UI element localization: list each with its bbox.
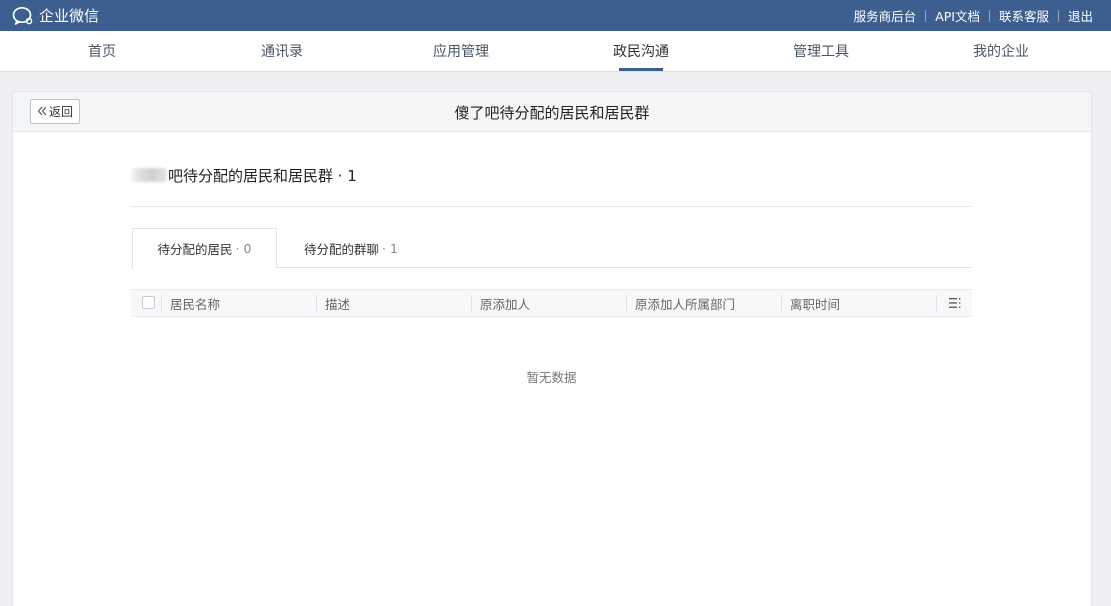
column-header-original-adder[interactable]: 原添加人 bbox=[471, 290, 626, 316]
column-header-resident-name[interactable]: 居民名称 bbox=[161, 290, 316, 316]
brand-logo[interactable]: 企业微信 bbox=[12, 5, 99, 26]
tab-label: 待分配的居民 bbox=[157, 242, 233, 257]
column-settings-icon[interactable] bbox=[949, 297, 962, 309]
nav-my-enterprise[interactable]: 我的企业 bbox=[936, 31, 1066, 71]
tab-bar: 待分配的居民 · 0 待分配的群聊 · 1 bbox=[131, 228, 972, 269]
tab-unassigned-residents[interactable]: 待分配的居民 · 0 bbox=[132, 228, 277, 269]
section-title-text: 吧待分配的居民和居民群 · 1 bbox=[168, 166, 357, 185]
nav-home[interactable]: 首页 bbox=[37, 31, 167, 71]
divider bbox=[131, 206, 972, 207]
brand-name: 企业微信 bbox=[39, 7, 100, 25]
tab-label: 待分配的群聊 bbox=[304, 241, 380, 257]
card-header: 傻了吧待分配的居民和居民群 返回 bbox=[13, 92, 1091, 132]
provider-console-link[interactable]: 服务商后台 bbox=[845, 6, 926, 25]
logout-link[interactable]: 退出 bbox=[1059, 6, 1093, 25]
empty-state-text: 暂无数据 bbox=[526, 369, 577, 385]
select-all-checkbox[interactable] bbox=[142, 296, 155, 309]
column-header-description[interactable]: 描述 bbox=[316, 290, 471, 316]
wecom-logo-icon bbox=[12, 6, 34, 26]
top-bar: 企业微信 服务商后台 API文档 联系客服 退出 bbox=[0, 0, 1111, 31]
nav-management-tools[interactable]: 管理工具 bbox=[756, 31, 886, 71]
api-docs-link[interactable]: API文档 bbox=[926, 6, 989, 25]
content-card: 傻了吧待分配的居民和居民群 返回 吧待分配的居民和居民群 · 1 待分配的居民 … bbox=[12, 91, 1092, 606]
page-title: 傻了吧待分配的居民和居民群 bbox=[454, 103, 650, 122]
column-divider bbox=[936, 295, 937, 311]
column-header-leave-time[interactable]: 离职时间 bbox=[781, 290, 936, 316]
nav-app-management[interactable]: 应用管理 bbox=[396, 31, 526, 71]
main-nav: 首页 通讯录 应用管理 政民沟通 管理工具 我的企业 bbox=[0, 31, 1111, 72]
tab-unassigned-groups[interactable]: 待分配的群聊 · 1 bbox=[277, 228, 425, 268]
column-header-adder-department[interactable]: 原添加人所属部门 bbox=[626, 290, 781, 316]
tab-count: · 0 bbox=[235, 241, 252, 256]
table-header: 居民名称 描述 原添加人 原添加人所属部门 离职时间 bbox=[131, 289, 972, 317]
nav-contacts[interactable]: 通讯录 bbox=[217, 31, 347, 71]
back-label: 返回 bbox=[48, 105, 73, 119]
section-title: 吧待分配的居民和居民群 · 1 bbox=[131, 164, 357, 186]
top-links: 服务商后台 API文档 联系客服 退出 bbox=[845, 0, 1093, 31]
redacted-text bbox=[131, 168, 167, 182]
nav-citizen-communication[interactable]: 政民沟通 bbox=[576, 31, 706, 71]
tab-count: · 1 bbox=[382, 240, 398, 256]
back-button[interactable]: 返回 bbox=[30, 99, 80, 124]
double-chevron-left-icon bbox=[37, 105, 47, 119]
contact-support-link[interactable]: 联系客服 bbox=[990, 6, 1058, 25]
